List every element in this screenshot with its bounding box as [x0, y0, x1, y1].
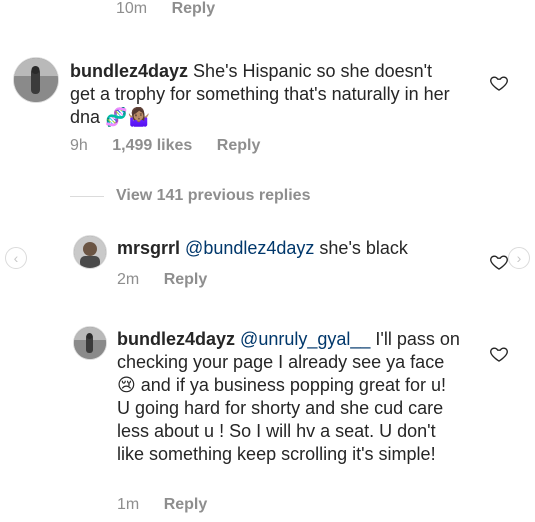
avatar-image: [14, 58, 58, 102]
reply-time: 2m: [117, 271, 140, 288]
reply-meta: 1m Reply: [117, 496, 207, 514]
reply-like-button[interactable]: [489, 344, 509, 369]
avatar[interactable]: [74, 327, 106, 359]
reply-button[interactable]: Reply: [164, 496, 208, 513]
chevron-left-icon: ‹: [13, 250, 19, 266]
comment-likes[interactable]: 1,499 likes: [112, 137, 192, 154]
comment-username[interactable]: bundlez4dayz: [70, 61, 188, 81]
reply-mention[interactable]: @bundlez4dayz: [185, 238, 314, 258]
view-previous-replies[interactable]: View 141 previous replies: [116, 187, 310, 205]
avatar-image: [74, 327, 106, 359]
comment-like-button[interactable]: [489, 73, 509, 98]
reply-emoji: 😢: [117, 375, 136, 395]
reply-mention[interactable]: @unruly_gyal__: [240, 329, 370, 349]
reply-time: 1m: [117, 496, 140, 513]
avatar[interactable]: [14, 58, 58, 102]
reply-username[interactable]: mrsgrrl: [117, 238, 180, 258]
reply-meta: 2m Reply: [117, 271, 207, 289]
reply-username[interactable]: bundlez4dayz: [117, 329, 235, 349]
heart-icon: [490, 76, 508, 91]
comment-meta: 9h 1,499 likes Reply: [70, 137, 260, 155]
replies-divider: [70, 196, 104, 197]
heart-icon: [490, 255, 508, 270]
chevron-right-icon: ›: [516, 250, 522, 266]
comment-body: bundlez4dayz She's Hispanic so she doesn…: [70, 60, 460, 129]
next-button[interactable]: ›: [508, 247, 530, 269]
top-comment-meta: 10m Reply: [116, 0, 215, 18]
avatar[interactable]: [74, 236, 106, 268]
reply-body: mrsgrrl @bundlez4dayz she's black: [117, 237, 487, 260]
heart-icon: [490, 347, 508, 362]
reply-text-cont: and if ya business popping great for u! …: [117, 375, 446, 464]
reply-button[interactable]: Reply: [164, 271, 208, 288]
comment-time: 9h: [70, 137, 88, 154]
reply-button[interactable]: Reply: [217, 137, 261, 154]
reply-like-button[interactable]: [489, 252, 509, 277]
reply-body: bundlez4dayz @unruly_gyal__ I'll pass on…: [117, 328, 462, 466]
reply-button[interactable]: Reply: [172, 0, 216, 17]
comment-emoji: 🧬🤷🏽‍♀️: [105, 107, 150, 127]
avatar-image: [74, 236, 106, 268]
prev-button[interactable]: ‹: [5, 247, 27, 269]
comment-time: 10m: [116, 0, 148, 17]
reply-text: she's black: [319, 238, 408, 258]
